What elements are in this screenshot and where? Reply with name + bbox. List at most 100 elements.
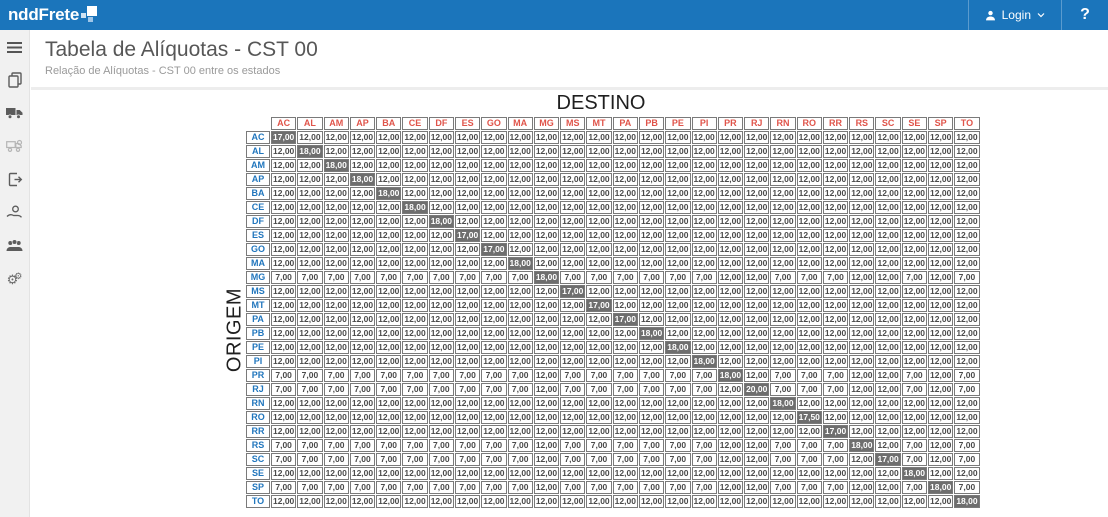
sidebar-item-menu[interactable] bbox=[3, 38, 27, 56]
rate-cell-pr-sp: 12,00 bbox=[928, 369, 954, 382]
help-button[interactable]: ? bbox=[1062, 0, 1108, 30]
rate-cell-se-df: 12,00 bbox=[428, 467, 454, 480]
rate-cell-go-am: 12,00 bbox=[323, 243, 349, 256]
rate-cell-sc-ap: 7,00 bbox=[349, 453, 376, 466]
table-row-ap: AP 12,00 12,00 12,00 18,00 12,00 12,00 12,00 12,… bbox=[246, 173, 980, 186]
sidebar-item-settings[interactable]: ⚙⚙ bbox=[3, 269, 27, 287]
rate-cell-mt-pe: 12,00 bbox=[665, 299, 691, 312]
rate-cell-ms-pe: 12,00 bbox=[665, 285, 691, 298]
rate-cell-ms-ap: 12,00 bbox=[349, 285, 376, 298]
rate-cell-df-mt: 12,00 bbox=[586, 215, 612, 228]
rate-cell-ap-se: 12,00 bbox=[901, 173, 928, 186]
page-title: Tabela de Alíquotas - CST 00 bbox=[45, 38, 318, 61]
rate-cell-ma-ac: 12,00 bbox=[271, 257, 297, 270]
rate-cell-go-sp: 12,00 bbox=[928, 243, 954, 256]
rate-cell-ms-ba: 12,00 bbox=[376, 285, 402, 298]
rate-cell-rr-sc: 12,00 bbox=[875, 425, 901, 438]
page-subtitle: Relação de Alíquotas - CST 00 entre os e… bbox=[45, 65, 281, 77]
rate-cell-pi-am: 12,00 bbox=[323, 355, 349, 368]
rate-cell-mg-am: 7,00 bbox=[323, 271, 349, 284]
rate-cell-ac-df: 12,00 bbox=[428, 131, 454, 144]
table-row-sc: SC 7,00 7,00 7,00 7,00 7,00 7,00 7,00 7,00 7,00 7,… bbox=[246, 453, 980, 466]
table-row-pe: PE 12,00 12,00 12,00 12,00 12,00 12,00 12,00 12,… bbox=[246, 341, 980, 354]
rate-cell-am-pa: 12,00 bbox=[612, 159, 638, 172]
sidebar-item-users[interactable] bbox=[3, 236, 27, 254]
sidebar-item-documents[interactable] bbox=[3, 71, 27, 89]
rate-cell-am-ba: 12,00 bbox=[376, 159, 402, 172]
rate-cell-am-pe: 12,00 bbox=[665, 159, 691, 172]
rate-cell-pi-sp: 12,00 bbox=[928, 355, 954, 368]
rate-cell-rs-pb: 7,00 bbox=[638, 439, 665, 452]
rate-cell-ms-sc: 12,00 bbox=[875, 285, 901, 298]
rate-cell-ce-ma: 12,00 bbox=[507, 201, 533, 214]
rate-cell-se-ms: 12,00 bbox=[560, 467, 586, 480]
rate-cell-pr-to: 7,00 bbox=[954, 369, 980, 382]
rate-cell-am-ce: 12,00 bbox=[402, 159, 428, 172]
rate-cell-al-rr: 12,00 bbox=[822, 145, 849, 158]
rate-cell-sc-se: 7,00 bbox=[901, 453, 928, 466]
origem-header-mg: MG bbox=[246, 271, 270, 284]
rate-cell-ce-al: 12,00 bbox=[297, 201, 323, 214]
sidebar-item-payment[interactable] bbox=[3, 203, 27, 221]
rate-cell-ce-ac: 12,00 bbox=[271, 201, 297, 214]
rate-cell-pe-ac: 12,00 bbox=[271, 341, 297, 354]
rate-cell-ce-am: 12,00 bbox=[323, 201, 349, 214]
rate-cell-pi-ap: 12,00 bbox=[349, 355, 376, 368]
rate-cell-pe-df: 12,00 bbox=[428, 341, 454, 354]
origem-header-go: GO bbox=[246, 243, 270, 256]
rate-cell-ce-pe: 12,00 bbox=[665, 201, 691, 214]
rate-cell-sp-df: 7,00 bbox=[428, 481, 454, 494]
rate-cell-ma-rs: 12,00 bbox=[849, 257, 875, 270]
rate-cell-pa-pi: 12,00 bbox=[691, 313, 717, 326]
rate-cell-rn-sc: 12,00 bbox=[875, 397, 901, 410]
rate-cell-ro-go: 12,00 bbox=[481, 411, 507, 424]
rate-cell-sp-al: 7,00 bbox=[297, 481, 323, 494]
rate-cell-am-es: 12,00 bbox=[454, 159, 481, 172]
rate-cell-es-al: 12,00 bbox=[297, 229, 323, 242]
rate-cell-mt-ro: 12,00 bbox=[796, 299, 822, 312]
rate-cell-ac-mg: 12,00 bbox=[533, 131, 560, 144]
rate-cell-pe-ce: 12,00 bbox=[402, 341, 428, 354]
destino-header-ro: RO bbox=[796, 117, 822, 130]
sidebar-item-export[interactable] bbox=[3, 170, 27, 188]
rate-cell-pb-ac: 12,00 bbox=[271, 327, 297, 340]
rate-cell-to-ma: 12,00 bbox=[507, 495, 533, 508]
origem-header-ce: CE bbox=[246, 201, 270, 214]
rate-cell-sc-pe: 7,00 bbox=[665, 453, 691, 466]
login-button[interactable]: Login bbox=[967, 0, 1062, 30]
destino-header-ma: MA bbox=[507, 117, 533, 130]
rate-cell-mt-es: 12,00 bbox=[454, 299, 481, 312]
rate-cell-ma-ro: 12,00 bbox=[796, 257, 822, 270]
rate-cell-ba-ms: 12,00 bbox=[560, 187, 586, 200]
table-row-df: DF 12,00 12,00 12,00 12,00 12,00 12,00 18,00 12,… bbox=[246, 215, 980, 228]
rate-cell-rr-es: 12,00 bbox=[454, 425, 481, 438]
sidebar-item-truck[interactable] bbox=[3, 104, 27, 122]
rate-cell-rs-se: 7,00 bbox=[901, 439, 928, 452]
sidebar-item-truck-search[interactable] bbox=[3, 137, 27, 155]
rate-cell-rn-rr: 12,00 bbox=[822, 397, 849, 410]
rate-cell-go-se: 12,00 bbox=[901, 243, 928, 256]
table-row-ro: RO 12,00 12,00 12,00 12,00 12,00 12,00 12,00 12,… bbox=[246, 411, 980, 424]
rate-cell-ap-pa: 12,00 bbox=[612, 173, 638, 186]
rate-cell-am-rr: 12,00 bbox=[822, 159, 849, 172]
rate-cell-to-pi: 12,00 bbox=[691, 495, 717, 508]
brand-logo[interactable]: nddFrete bbox=[0, 2, 98, 28]
rate-cell-go-rs: 12,00 bbox=[849, 243, 875, 256]
rate-cell-ma-rj: 12,00 bbox=[744, 257, 770, 270]
rate-cell-ro-ac: 12,00 bbox=[271, 411, 297, 424]
rate-cell-pa-rj: 12,00 bbox=[744, 313, 770, 326]
rate-cell-ms-pr: 12,00 bbox=[717, 285, 744, 298]
rate-cell-ap-rs: 12,00 bbox=[849, 173, 875, 186]
rate-cell-ap-df: 12,00 bbox=[428, 173, 454, 186]
rate-cell-rj-al: 7,00 bbox=[297, 383, 323, 396]
rate-cell-pe-ba: 12,00 bbox=[376, 341, 402, 354]
rate-cell-mg-rn: 7,00 bbox=[770, 271, 796, 284]
rate-cell-es-ac: 12,00 bbox=[271, 229, 297, 242]
rate-cell-pa-ce: 12,00 bbox=[402, 313, 428, 326]
rate-cell-sp-pi: 7,00 bbox=[691, 481, 717, 494]
rate-cell-ro-ba: 12,00 bbox=[376, 411, 402, 424]
destino-header-se: SE bbox=[901, 117, 928, 130]
rate-cell-am-mg: 12,00 bbox=[533, 159, 560, 172]
rate-cell-pa-al: 12,00 bbox=[297, 313, 323, 326]
rate-cell-rn-ma: 12,00 bbox=[507, 397, 533, 410]
